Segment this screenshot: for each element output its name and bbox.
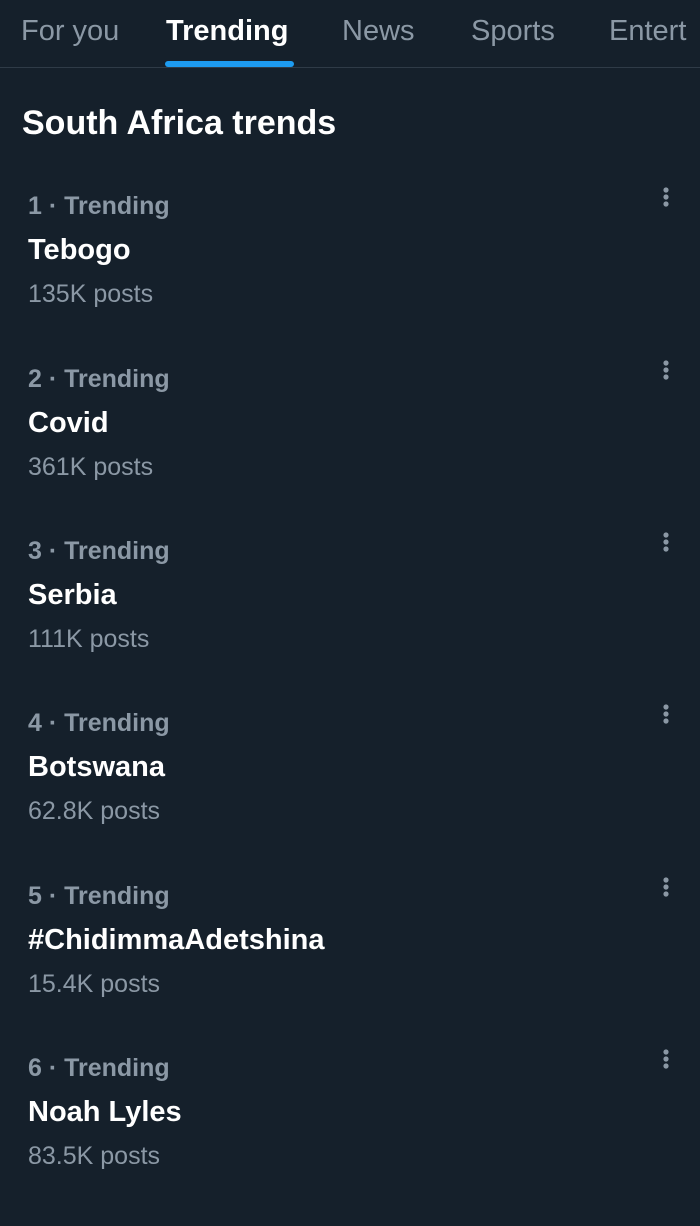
trend-item[interactable]: 5 · Trending #ChidimmaAdetshina 15.4K po… [0, 877, 700, 1054]
more-horizontal-dots-icon [663, 187, 669, 207]
tab-entertainment[interactable]: Entert [609, 0, 686, 67]
trend-name: Tebogo [28, 234, 131, 266]
trend-name: Botswana [28, 751, 165, 783]
tab-for-you[interactable]: For you [21, 0, 119, 67]
trend-post-count: 111K posts [28, 625, 150, 653]
trend-post-count: 15.4K posts [28, 970, 161, 998]
trend-name: Noah Lyles [28, 1096, 182, 1128]
trend-post-count: 83.5K posts [28, 1142, 161, 1170]
trend-rank-label: 1 · Trending [28, 192, 170, 220]
trend-item[interactable]: 6 · Trending Noah Lyles 83.5K posts [0, 1049, 700, 1226]
more-horizontal-dots-icon [663, 704, 669, 724]
more-horizontal-dots-icon [663, 532, 669, 552]
tab-trending[interactable]: Trending [166, 0, 288, 67]
more-options-button[interactable] [652, 701, 680, 737]
trend-post-count: 62.8K posts [28, 797, 161, 825]
trend-name: #ChidimmaAdetshina [28, 924, 325, 956]
trend-post-count: 135K posts [28, 280, 154, 308]
tab-news[interactable]: News [342, 0, 415, 67]
trend-item[interactable]: 3 · Trending Serbia 111K posts [0, 532, 700, 709]
trend-rank-label: 3 · Trending [28, 537, 170, 565]
trend-name: Covid [28, 407, 109, 439]
more-horizontal-dots-icon [663, 1049, 669, 1069]
more-options-button[interactable] [652, 529, 680, 565]
active-tab-indicator [165, 61, 294, 67]
tab-sports[interactable]: Sports [471, 0, 555, 67]
trend-rank-label: 6 · Trending [28, 1054, 170, 1082]
trend-rank-label: 4 · Trending [28, 709, 170, 737]
more-horizontal-dots-icon [663, 360, 669, 380]
more-options-button[interactable] [652, 1046, 680, 1082]
tab-bar: For you Trending News Sports Entert [0, 0, 700, 68]
trend-item[interactable]: 4 · Trending Botswana 62.8K posts [0, 704, 700, 881]
more-options-button[interactable] [652, 874, 680, 910]
trend-rank-label: 5 · Trending [28, 882, 170, 910]
trend-name: Serbia [28, 579, 117, 611]
trend-item[interactable]: 2 · Trending Covid 361K posts [0, 360, 700, 537]
more-horizontal-dots-icon [663, 877, 669, 897]
more-options-button[interactable] [652, 184, 680, 220]
section-title: South Africa trends [22, 104, 337, 142]
trend-rank-label: 2 · Trending [28, 365, 170, 393]
trend-item[interactable]: 1 · Trending Tebogo 135K posts [0, 187, 700, 364]
trend-post-count: 361K posts [28, 453, 154, 481]
more-options-button[interactable] [652, 357, 680, 393]
